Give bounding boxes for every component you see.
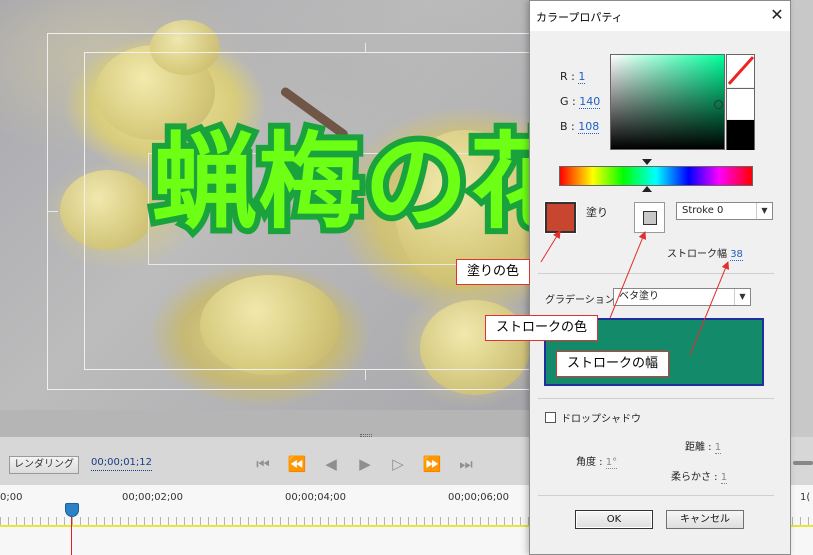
play-icon[interactable]: ▶ [354, 452, 376, 476]
black-swatch[interactable] [727, 120, 754, 150]
softness-value[interactable]: 1 [720, 472, 728, 484]
g-value[interactable]: 140 [579, 95, 601, 109]
playhead-handle[interactable] [65, 503, 79, 517]
chevron-down-icon: ▼ [756, 203, 772, 219]
volume-slider[interactable] [793, 461, 813, 465]
b-row: B : 108 [560, 120, 600, 134]
rewind-icon[interactable]: ⏪ [286, 452, 308, 476]
distance-row: 距離 : 1 [685, 438, 722, 454]
dialog-title: カラープロパティ [536, 11, 623, 24]
video-preview[interactable]: 蝋梅の花 [0, 0, 530, 410]
ruler-label: 1( [800, 492, 811, 503]
b-label: B : [560, 120, 575, 133]
go-to-end-icon[interactable]: ⏭ [455, 452, 477, 476]
angle-row: 角度 : 1° [576, 453, 618, 469]
stroke-color-inner [643, 211, 657, 225]
center-mark [365, 43, 366, 53]
ok-button[interactable]: OK [575, 510, 653, 529]
stroke-width-label: ストローク幅 [667, 249, 727, 260]
current-timecode[interactable]: 00;00;01;12 [91, 456, 153, 471]
drop-shadow-checkbox[interactable] [545, 412, 556, 423]
gradation-select[interactable]: ベタ塗り ▼ [613, 288, 751, 306]
distance-label: 距離 : [685, 442, 712, 453]
ruler-label: 00;00;04;00 [285, 492, 347, 503]
picker-cursor[interactable] [714, 100, 723, 109]
center-mark [365, 370, 366, 380]
g-row: G : 140 [560, 95, 601, 109]
distance-value[interactable]: 1 [714, 442, 722, 454]
ruler-label: 00;00;02;00 [122, 492, 184, 503]
callout-fill-color: 塗りの色 [456, 259, 531, 285]
white-swatch[interactable] [727, 88, 754, 119]
r-label: R : [560, 70, 575, 83]
chevron-down-icon: ▼ [734, 289, 750, 305]
stroke-select-value: Stroke 0 [682, 205, 724, 216]
fill-color-swatch[interactable] [544, 201, 577, 234]
gradation-label: グラデーション [545, 295, 615, 306]
center-mark [48, 211, 58, 212]
app-window: 蝋梅の花 レンダリング 00;00;01;12 ⏮ ⏪ ◀ ▶ ▷ ⏩ ⏭ 0;… [0, 0, 813, 555]
stroke-width-value[interactable]: 38 [730, 249, 743, 261]
fill-label: 塗り [586, 206, 608, 219]
render-button[interactable]: レンダリング [9, 456, 79, 474]
stroke-width-row: ストローク幅 38 [667, 245, 743, 261]
title-text[interactable]: 蝋梅の花 [146, 124, 530, 240]
cancel-button[interactable]: キャンセル [666, 510, 744, 529]
playhead-line [71, 517, 72, 555]
preset-swatches [726, 54, 755, 150]
saturation-value-picker[interactable] [610, 54, 725, 150]
r-row: R : 1 [560, 70, 586, 84]
callout-stroke-color: ストロークの色 [485, 315, 599, 341]
ruler-label: 00;00;06;00 [448, 492, 510, 503]
fast-forward-icon[interactable]: ⏩ [421, 452, 443, 476]
divider [538, 398, 774, 399]
color-properties-dialog: カラープロパティ ✕ R : 1 G : 140 B : 108 塗り Stro… [529, 0, 791, 555]
g-label: G : [560, 95, 576, 108]
r-value[interactable]: 1 [578, 70, 586, 84]
hue-slider[interactable] [559, 166, 753, 186]
no-color-swatch[interactable] [727, 55, 754, 87]
stroke-select[interactable]: Stroke 0 ▼ [676, 202, 773, 220]
softness-label: 柔らかさ : [671, 472, 718, 483]
preview-splitter [0, 410, 530, 437]
ruler-label: 0;00 [0, 492, 23, 503]
drop-shadow-label: ドロップシャドウ [561, 414, 641, 425]
step-forward-icon[interactable]: ▷ [387, 452, 409, 476]
step-back-icon[interactable]: ◀ [320, 452, 342, 476]
divider [538, 273, 774, 274]
angle-label: 角度 : [576, 457, 603, 468]
close-icon[interactable]: ✕ [767, 5, 787, 25]
hue-marker-bottom-icon[interactable] [642, 186, 652, 192]
stroke-color-swatch[interactable] [634, 202, 665, 233]
softness-row: 柔らかさ : 1 [671, 468, 728, 484]
gradation-select-value: ベタ塗り [619, 291, 659, 302]
divider [538, 495, 774, 496]
go-to-start-icon[interactable]: ⏮ [252, 452, 274, 476]
b-value[interactable]: 108 [578, 120, 600, 134]
angle-value[interactable]: 1° [605, 457, 618, 469]
hue-marker-top-icon[interactable] [642, 159, 652, 165]
callout-stroke-width: ストロークの幅 [556, 351, 670, 377]
